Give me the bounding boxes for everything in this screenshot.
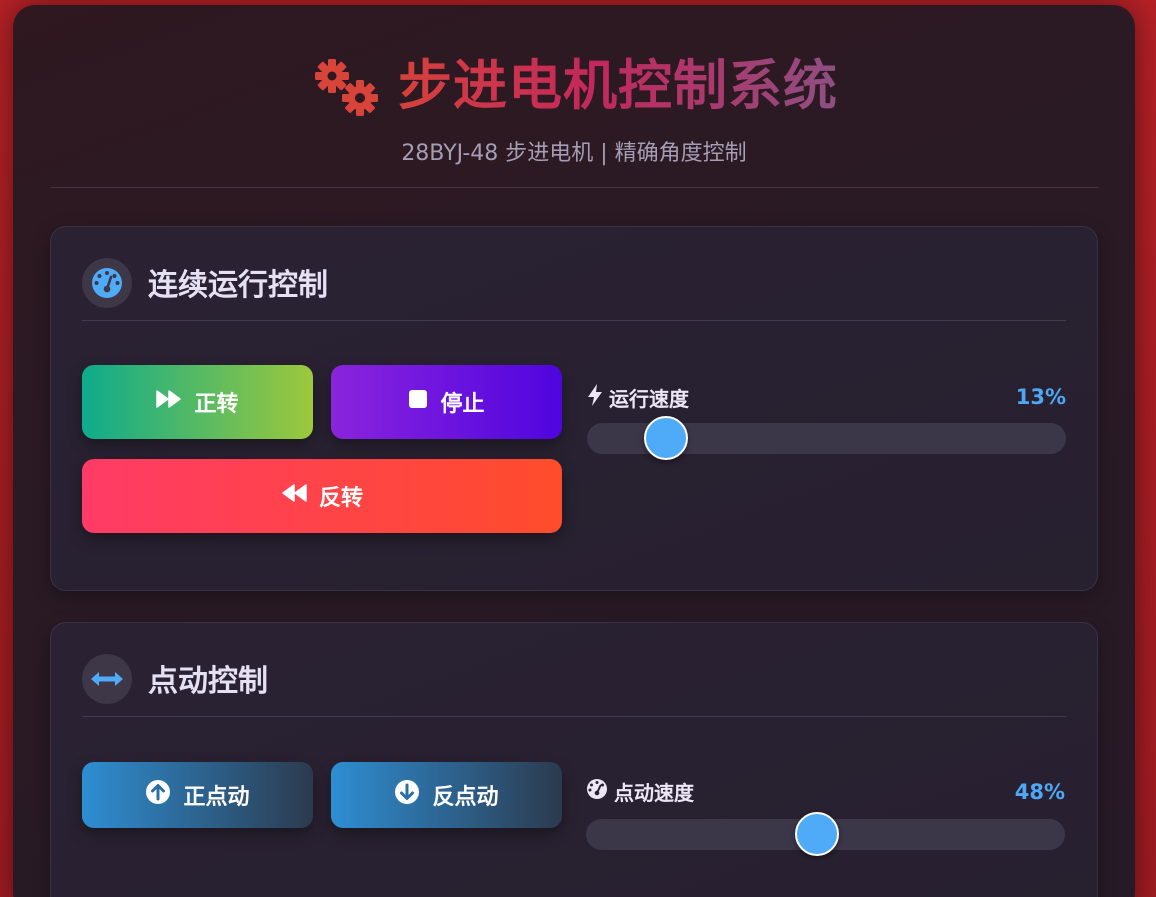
page-title: 步进电机控制系统 <box>398 51 838 121</box>
gears-icon <box>310 56 382 116</box>
jog-forward-button[interactable]: 正点动 <box>82 762 313 828</box>
run-speed-slider-thumb[interactable] <box>644 416 688 460</box>
run-speed-label: 运行速度 <box>587 383 689 412</box>
page-subtitle: 28BYJ-48 步进电机 | 精确角度控制 <box>401 141 747 166</box>
arrow-up-circle-icon <box>145 779 171 811</box>
jog-speed-slider[interactable] <box>586 812 1065 856</box>
header-divider <box>50 187 1098 188</box>
jog-speed-slider-thumb[interactable] <box>795 812 839 856</box>
stop-icon <box>408 389 428 415</box>
forward-button[interactable]: 正转 <box>82 365 313 439</box>
reverse-button[interactable]: 反转 <box>82 459 562 533</box>
continuous-card-title: 连续运行控制 <box>148 268 328 303</box>
jog-card-title: 点动控制 <box>148 664 268 699</box>
jog-speed-label: 点动速度 <box>586 777 694 806</box>
title-row: 步进电机控制系统 <box>13 51 1135 121</box>
main-panel: 步进电机控制系统 28BYJ-48 步进电机 | 精确角度控制 连续运行控制 正… <box>13 5 1135 897</box>
stop-button-label: 停止 <box>440 392 485 417</box>
arrows-horizontal-icon <box>82 654 132 704</box>
continuous-control-card: 连续运行控制 正转 停止 反转 运行速度 13% <box>50 226 1098 591</box>
jog-card-header: 点动控制 <box>82 654 1066 717</box>
run-speed-slider[interactable] <box>587 416 1066 460</box>
rewind-icon <box>281 483 307 509</box>
arrow-down-circle-icon <box>394 779 420 811</box>
reverse-button-label: 反转 <box>318 486 363 511</box>
jog-speed-value: 48% <box>1014 780 1065 804</box>
continuous-card-header: 连续运行控制 <box>82 258 1066 321</box>
jog-reverse-button[interactable]: 反点动 <box>331 762 562 828</box>
jog-speed-label-text: 点动速度 <box>614 781 694 805</box>
jog-control-card: 点动控制 <box>50 622 1098 897</box>
jog-forward-label: 正点动 <box>183 785 250 810</box>
jog-reverse-label: 反点动 <box>432 785 499 810</box>
bolt-icon <box>587 384 603 411</box>
fast-forward-icon <box>156 389 182 415</box>
speedometer-icon <box>82 258 132 308</box>
forward-button-label: 正转 <box>194 392 239 417</box>
run-speed-label-text: 运行速度 <box>609 387 689 411</box>
run-speed-value: 13% <box>1015 385 1066 409</box>
stop-button[interactable]: 停止 <box>331 365 562 439</box>
gauge-icon <box>586 778 608 805</box>
header: 步进电机控制系统 28BYJ-48 步进电机 | 精确角度控制 <box>13 5 1135 188</box>
